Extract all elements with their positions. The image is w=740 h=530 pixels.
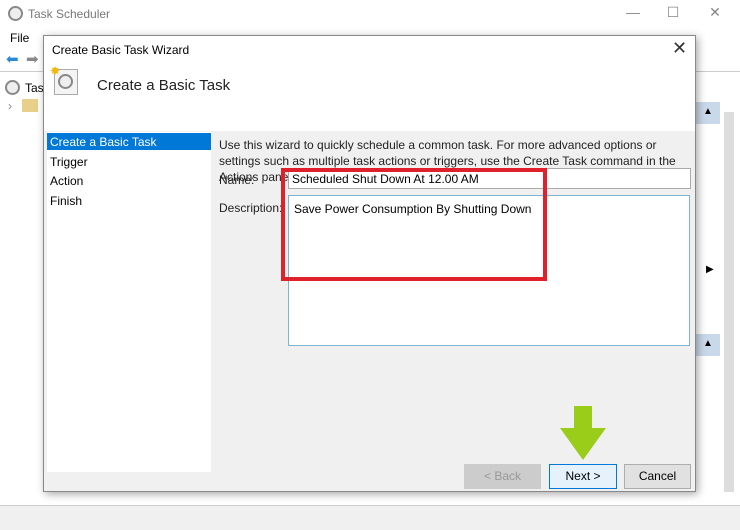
step-action[interactable]: Action <box>47 172 211 189</box>
app-titlebar: Task Scheduler — ☐ ✕ <box>0 0 740 28</box>
scrollbar[interactable] <box>724 112 734 492</box>
console-tree: Task › <box>0 72 50 502</box>
task-scheduler-icon <box>8 6 23 21</box>
description-label: Description: <box>219 201 283 215</box>
menu-file[interactable]: File <box>10 31 29 45</box>
back-button[interactable]: < Back <box>464 464 541 489</box>
status-bar <box>0 505 740 530</box>
green-down-arrow-icon <box>560 406 606 460</box>
name-input[interactable] <box>288 168 691 189</box>
wizard-steps: Create a Basic Task Trigger Action Finis… <box>47 132 211 472</box>
step-trigger[interactable]: Trigger <box>47 153 211 170</box>
dialog-title: Create Basic Task Wizard <box>52 43 190 57</box>
minimize-button[interactable]: — <box>618 4 648 20</box>
step-create-basic-task[interactable]: Create a Basic Task <box>47 133 211 150</box>
clock-icon <box>5 80 20 95</box>
expand-chevron-icon[interactable]: › <box>8 99 12 113</box>
close-window-button[interactable]: ✕ <box>700 4 730 21</box>
next-button[interactable]: Next > <box>549 464 617 489</box>
wizard-header: Create Basic Task Wizard ✕ ✸ Create a Ba… <box>44 36 695 131</box>
forward-arrow-icon[interactable]: ➡ <box>26 50 39 68</box>
folder-icon <box>22 99 38 112</box>
description-input[interactable]: Save Power Consumption By Shutting Down <box>288 195 690 346</box>
collapse-up-icon[interactable]: ▲ <box>696 334 720 356</box>
collapse-up-icon[interactable]: ▲ <box>696 102 720 124</box>
maximize-button[interactable]: ☐ <box>658 4 688 21</box>
create-basic-task-wizard: Create Basic Task Wizard ✕ ✸ Create a Ba… <box>43 35 696 492</box>
task-wizard-icon: ✸ <box>50 64 78 95</box>
actions-pane: ▲ ▶ ▲ <box>696 72 740 502</box>
submenu-arrow-icon[interactable]: ▶ <box>706 264 714 275</box>
step-finish[interactable]: Finish <box>47 192 211 209</box>
close-dialog-button[interactable]: ✕ <box>672 38 687 59</box>
name-label: Name: <box>219 173 255 187</box>
app-title: Task Scheduler <box>28 7 111 21</box>
wizard-heading: Create a Basic Task <box>97 77 231 94</box>
cancel-button[interactable]: Cancel <box>624 464 691 489</box>
back-arrow-icon[interactable]: ⬅ <box>6 50 19 68</box>
